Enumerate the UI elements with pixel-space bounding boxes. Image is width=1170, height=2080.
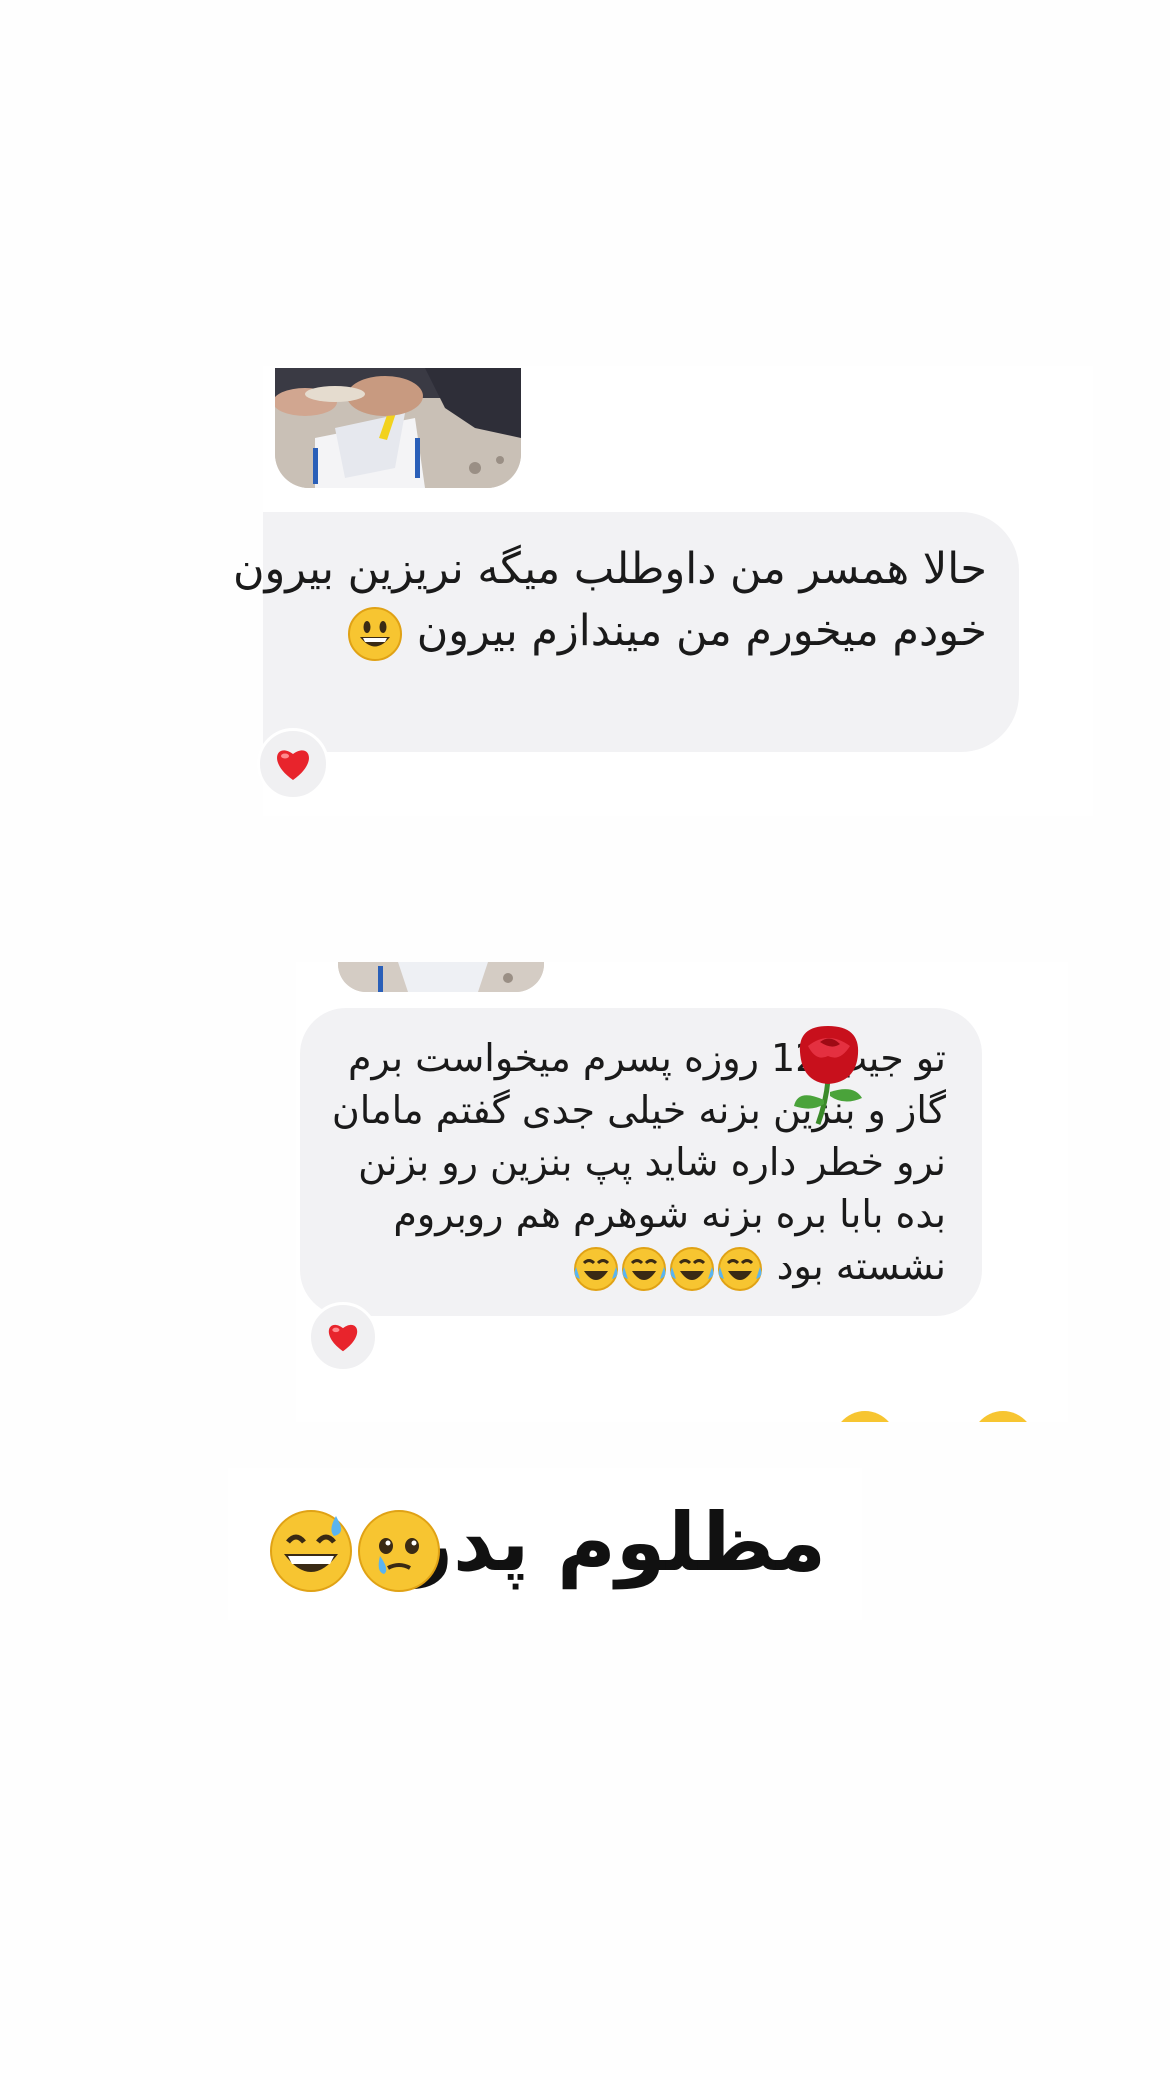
face-holding-back-tears-emoji [356,1508,442,1594]
heart-reaction[interactable] [257,728,329,800]
cropped-emoji [830,1408,900,1422]
message-text-1: حالا همسر من داوطلب میگه نریزین بیرون خو… [227,538,987,662]
rose-emoji [788,1022,872,1126]
tears-of-joy-emoji [668,1245,716,1293]
tears-of-joy-emoji [716,1245,764,1293]
heart-icon [328,1324,358,1352]
tears-of-joy-emoji [572,1245,620,1293]
chat-screenshot-2: تو جیب 12 روزه پسرم میخواست برم گاز و بن… [296,962,1068,1422]
video-thumbnail-2 [338,962,544,992]
chat-screenshot-1: حالا همسر من داوطلب میگه نریزین بیرون خو… [233,366,1093,816]
caption-text: مظلوم پدر [406,1496,826,1589]
message-bubble-1: حالا همسر من داوطلب میگه نریزین بیرون خو… [233,512,1019,752]
grinning-face-emoji [347,606,403,662]
story-caption: مظلوم پدر [228,1468,862,1620]
message-bubble-2: تو جیب 12 روزه پسرم میخواست برم گاز و بن… [300,1008,982,1316]
heart-icon [277,750,309,780]
story-canvas: حالا همسر من داوطلب میگه نریزین بیرون خو… [0,0,1170,2080]
video-thumbnail-1 [275,368,521,488]
heart-reaction[interactable] [308,1302,378,1372]
cropped-emoji [968,1408,1038,1422]
message-text-1-body: حالا همسر من داوطلب میگه نریزین بیرون خو… [232,544,987,656]
tears-of-joy-emoji [620,1245,668,1293]
grinning-sweat-emoji [268,1508,354,1594]
